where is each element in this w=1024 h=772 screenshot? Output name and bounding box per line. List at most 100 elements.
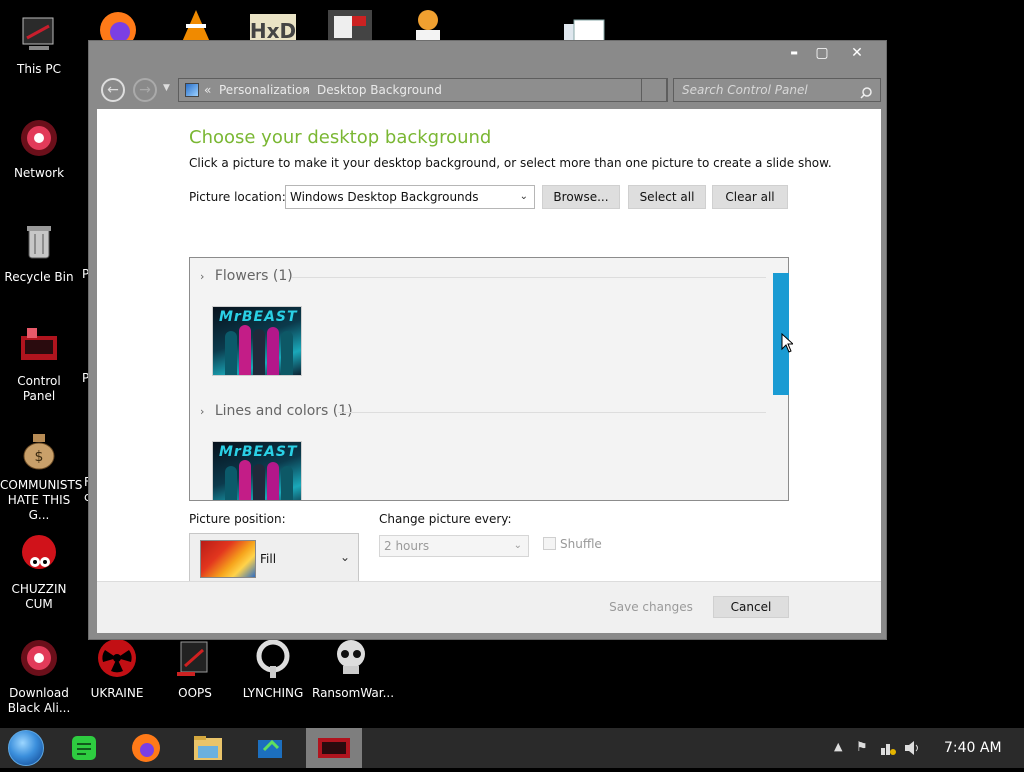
search-icon[interactable] (860, 84, 872, 106)
desktop-icon-recycle-bin[interactable]: Recycle Bin (0, 220, 78, 285)
save-changes-button[interactable]: Save changes (605, 596, 697, 618)
control-panel-icon (185, 83, 199, 97)
figure-shape (225, 331, 237, 375)
desktop-icon-this-pc[interactable]: This PC (0, 12, 78, 77)
recycle-bin-icon (17, 220, 61, 264)
svg-text:HxD: HxD (250, 19, 296, 40)
group-header-flowers[interactable]: › Flowers (1) (200, 268, 766, 284)
figure-shape (225, 466, 237, 500)
money-bag-icon: $ (17, 428, 61, 472)
red-creature-icon (17, 532, 61, 576)
group-header-lines-and-colors[interactable]: › Lines and colors (1) (200, 403, 766, 419)
minimize-button[interactable]: ▬ (779, 43, 809, 63)
picture-position-select[interactable]: Fill ⌄ (189, 533, 359, 583)
desktop-icon-chuzzin[interactable]: CHUZZIN CUM (0, 532, 78, 612)
address-dropdown-button[interactable] (641, 78, 667, 102)
content-pane: Choose your desktop background Click a p… (97, 109, 881, 583)
footer-bar: Save changes Cancel (97, 581, 881, 633)
desktop-icon-download[interactable]: Download Black Ali... (0, 636, 78, 716)
figure-shape (267, 462, 279, 500)
noose-icon (251, 636, 295, 680)
download-icon (17, 636, 61, 680)
close-button[interactable]: ✕ (842, 43, 872, 63)
taskbar-clock[interactable]: 7:40 AM (944, 740, 1002, 756)
maximize-button[interactable]: ▢ (807, 43, 837, 63)
app-desktop-icon[interactable] (326, 8, 374, 40)
taskbar-notes-button[interactable] (58, 728, 110, 768)
clear-all-button[interactable]: Clear all (712, 185, 788, 209)
back-button[interactable]: ← (101, 78, 125, 102)
figure-shape (267, 327, 279, 375)
chevron-down-icon: ⌄ (513, 540, 522, 551)
picture-gallery[interactable]: › Flowers (1) MrBEAST › Lines and colors… (189, 257, 789, 501)
picture-location-select[interactable]: Windows Desktop Backgrounds ⌄ (285, 185, 535, 209)
change-picture-interval-select[interactable]: 2 hours ⌄ (379, 535, 529, 557)
figure-shape (239, 460, 251, 500)
taskbar-file-explorer-button[interactable] (182, 728, 234, 768)
forward-button[interactable]: → (133, 78, 157, 102)
desktop-icon-oops[interactable]: OOPS (156, 636, 234, 701)
search-input[interactable]: Search Control Panel (673, 78, 881, 102)
firefox-desktop-icon[interactable] (96, 6, 140, 40)
skull-icon (329, 636, 373, 680)
svg-text:$: $ (35, 449, 44, 465)
desktop-icon-lynching[interactable]: LYNCHING (234, 636, 312, 701)
navigation-bar: ← → ▼ « Personalization › Desktop Backgr… (89, 73, 886, 107)
shuffle-checkbox[interactable]: Shuffle (543, 537, 602, 551)
breadcrumb-desktop-background[interactable]: Desktop Background (317, 79, 442, 101)
figure-shape (253, 464, 265, 500)
control-panel-icon (17, 324, 61, 368)
taskbar: ▲ ⚑ 7:40 AM (0, 728, 1024, 768)
expand-chevron-icon: › (200, 270, 205, 283)
desktop-icon-communists[interactable]: $ COMMUNISTS HATE THIS G... (0, 428, 82, 523)
page-description: Click a picture to make it your desktop … (189, 156, 832, 170)
volume-icon[interactable] (904, 740, 922, 760)
desktop-icon-ransomware[interactable]: RansomWar... (312, 636, 394, 701)
search-placeholder: Search Control Panel (682, 83, 808, 97)
show-hidden-icons-icon[interactable]: ▲ (834, 740, 842, 753)
browse-button[interactable]: Browse... (542, 185, 620, 209)
figure-shape (253, 329, 265, 375)
figure-shape (239, 325, 251, 375)
taskbar-control-panel-button[interactable] (306, 728, 362, 768)
network-icon (17, 116, 61, 160)
recent-pages-chevron-icon[interactable]: ▼ (163, 83, 170, 93)
taskbar-personalization-button[interactable] (244, 728, 296, 768)
mouse-cursor-icon (781, 332, 795, 357)
user-desktop-icon[interactable] (406, 8, 450, 40)
expand-chevron-icon: › (200, 405, 205, 418)
figure-shape (281, 331, 293, 375)
background-thumbnail[interactable]: MrBEAST (212, 306, 302, 376)
network-status-icon[interactable] (880, 740, 896, 760)
chevron-down-icon: ⌄ (519, 191, 528, 202)
hxd-desktop-icon[interactable]: HxD (248, 12, 298, 40)
breadcrumb-prefix[interactable]: « (204, 79, 211, 101)
window-titlebar[interactable]: ▬ ▢ ✕ (89, 41, 886, 69)
start-button[interactable] (8, 730, 44, 766)
background-thumbnail[interactable]: MrBEAST (212, 441, 302, 500)
oops-icon (173, 636, 217, 680)
radiation-icon (95, 636, 139, 680)
picture-position-label: Picture position: (189, 512, 286, 526)
vlc-desktop-icon[interactable] (176, 6, 216, 40)
breadcrumb-personalization[interactable]: Personalization (219, 79, 310, 101)
action-center-flag-icon[interactable]: ⚑ (856, 740, 868, 755)
cancel-button[interactable]: Cancel (713, 596, 789, 618)
taskbar-firefox-button[interactable] (120, 728, 172, 768)
figure-shape (281, 466, 293, 500)
chevron-down-icon: ⌄ (339, 550, 350, 564)
position-preview-icon (200, 540, 256, 578)
desktop-icon-control-panel[interactable]: Control Panel (0, 324, 78, 404)
page-title: Choose your desktop background (189, 127, 492, 148)
desktop-icon-ukraine[interactable]: UKRAINE (78, 636, 156, 701)
select-all-button[interactable]: Select all (628, 185, 706, 209)
desktop-background-window: ▬ ▢ ✕ ← → ▼ « Personalization › Desktop … (88, 40, 887, 640)
picture-location-label: Picture location: (189, 190, 286, 204)
desktop-icon-network[interactable]: Network (0, 116, 78, 181)
breadcrumb-separator: › (304, 83, 309, 97)
change-picture-label: Change picture every: (379, 512, 512, 526)
computer-icon (17, 12, 61, 56)
checkbox-icon[interactable] (543, 537, 556, 550)
files-desktop-icon[interactable] (560, 16, 608, 40)
address-bar[interactable]: « Personalization › Desktop Background (178, 78, 668, 102)
